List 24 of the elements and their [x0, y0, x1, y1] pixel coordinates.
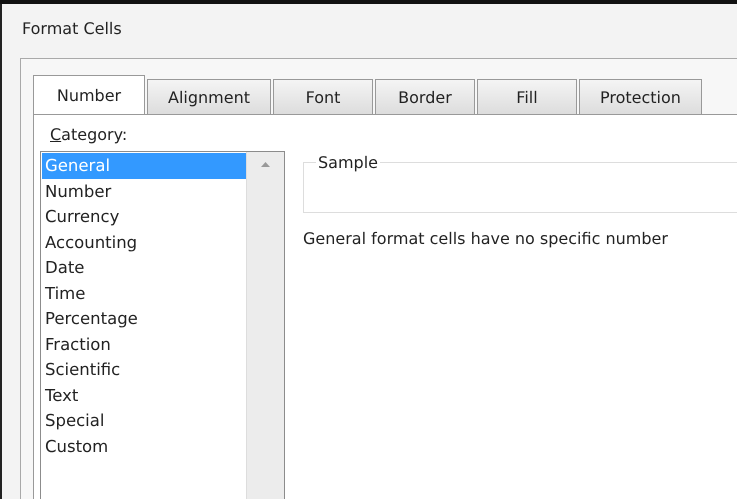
list-item[interactable]: Custom	[42, 434, 246, 459]
scroll-up-icon[interactable]	[261, 162, 270, 167]
list-item[interactable]: Percentage	[42, 306, 246, 332]
category-label: Category:	[49, 125, 128, 146]
list-item[interactable]: Date	[42, 255, 246, 280]
list-item[interactable]: Fraction	[42, 332, 246, 357]
list-item[interactable]: Accounting	[42, 230, 246, 255]
list-item[interactable]: Number	[42, 178, 246, 204]
tab[interactable]: Number	[33, 75, 145, 115]
tab[interactable]: Border	[374, 79, 475, 115]
window-title: Format Cells	[21, 18, 123, 40]
list-item[interactable]: Currency	[42, 204, 246, 230]
tab[interactable]: Protection	[578, 79, 702, 115]
list-item[interactable]: Scientific	[42, 357, 246, 382]
category-list[interactable]: General Number Currency Accounting Date Time Percentage Fraction Scientific Text Special Custom	[40, 151, 285, 499]
list-item[interactable]: Text	[42, 382, 246, 408]
list-item[interactable]: Special	[42, 408, 246, 434]
sample-label: Sample	[317, 153, 379, 172]
tab[interactable]: Alignment	[147, 79, 271, 115]
tab[interactable]: Fill	[476, 79, 577, 115]
scrollbar[interactable]	[246, 152, 284, 499]
tab[interactable]: Font	[272, 79, 373, 115]
list-item[interactable]: Time	[42, 280, 246, 306]
description-text: General format cells have no specific number	[303, 229, 669, 248]
